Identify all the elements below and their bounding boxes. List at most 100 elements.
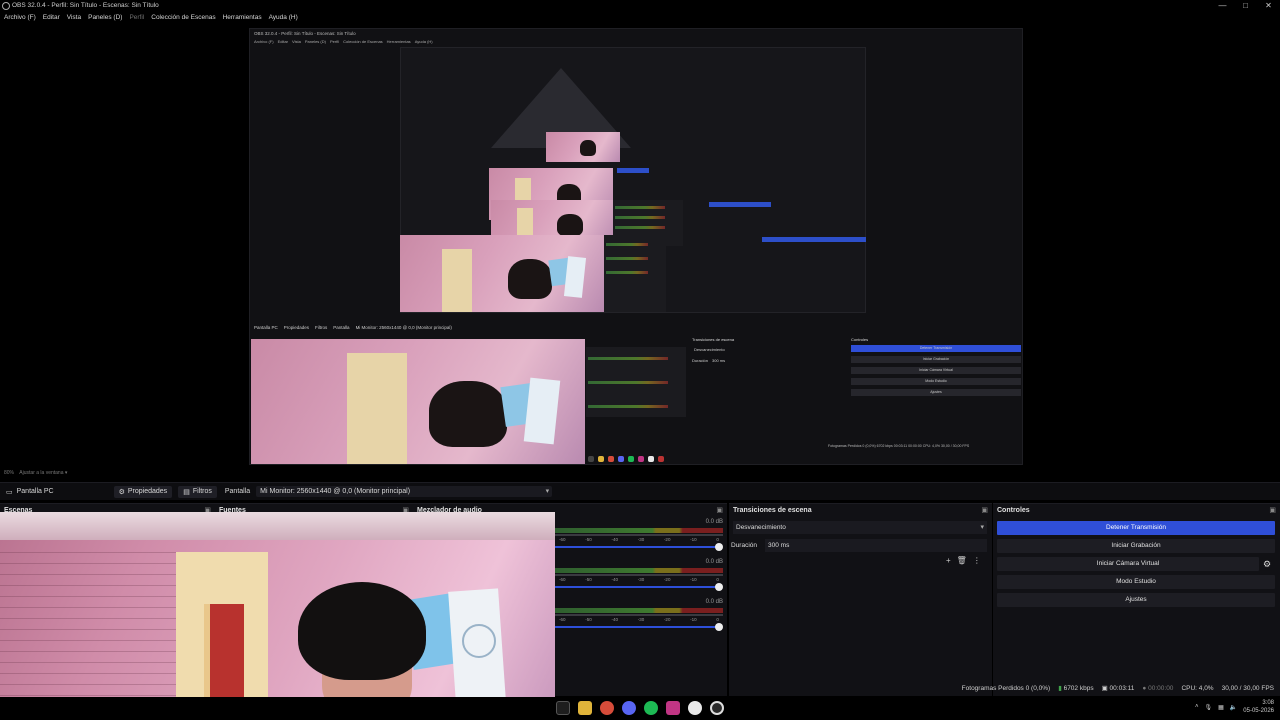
display-value: Mi Monitor: 2560x1440 @ 0,0 (Monitor pri… bbox=[260, 488, 411, 495]
nested-menu-item: Paneles (D) bbox=[304, 39, 326, 44]
menu-view[interactable]: Vista bbox=[67, 12, 81, 24]
nested-settings: Ajustes bbox=[851, 389, 1021, 396]
nested-display-label: Pantalla bbox=[333, 325, 350, 330]
start-icon[interactable] bbox=[556, 701, 570, 715]
volume-slider[interactable] bbox=[555, 626, 719, 628]
obs-icon[interactable] bbox=[710, 701, 724, 715]
zoom-value: 80% bbox=[4, 470, 15, 476]
filter-icon: ▤ bbox=[183, 488, 190, 496]
nested-mixer bbox=[604, 235, 666, 312]
network-icon[interactable]: ▦ bbox=[1218, 704, 1224, 711]
file-explorer-icon[interactable] bbox=[578, 701, 592, 715]
clock[interactable]: 3:08 05-05-2026 bbox=[1243, 699, 1274, 715]
nested-webcam-large bbox=[251, 339, 585, 464]
nested-menu-item: Archivo (F) bbox=[254, 39, 274, 44]
mic-icon[interactable]: 🎙 bbox=[1205, 704, 1213, 711]
nested-duration-label: Duración bbox=[692, 358, 709, 363]
chrome-icon[interactable] bbox=[600, 701, 614, 715]
system-tray: ˄ 🎙 ▦ 🔈 3:08 05-05-2026 bbox=[1195, 699, 1274, 715]
nested-filters: Filtros bbox=[315, 325, 328, 330]
volume-slider[interactable] bbox=[555, 586, 719, 588]
signal-icon: ▮ bbox=[1058, 685, 1062, 692]
channel-db: 0.0 dB bbox=[705, 519, 723, 525]
nested-menu: Archivo (F) Editar Vista Paneles (D) Per… bbox=[254, 39, 433, 44]
nested-start-recording: Iniciar Grabación bbox=[851, 356, 1021, 363]
spotify-icon[interactable] bbox=[644, 701, 658, 715]
taskbar-icons bbox=[556, 701, 724, 715]
controls-title: Controles bbox=[997, 507, 1030, 514]
volume-knob[interactable] bbox=[715, 583, 723, 591]
discord-icon[interactable] bbox=[622, 701, 636, 715]
virtual-cam-settings-icon[interactable]: ⚙ bbox=[1263, 559, 1271, 570]
fit-to-window[interactable]: Ajustar a la ventana bbox=[19, 470, 63, 476]
window-title: OBS 32.0.4 - Perfil: Sin Título - Escena… bbox=[12, 2, 159, 9]
dock-float-icon[interactable]: ▣ bbox=[716, 504, 723, 518]
dock-float-icon[interactable]: ▣ bbox=[1269, 504, 1276, 518]
menu-help[interactable]: Ayuda (H) bbox=[269, 12, 298, 24]
nested-duration-value: 300 ms bbox=[712, 358, 726, 363]
nested-taskbar bbox=[588, 456, 664, 462]
more-icon[interactable]: ⋮ bbox=[973, 556, 981, 565]
dock-float-icon[interactable]: ▣ bbox=[981, 504, 988, 518]
nested-webcam bbox=[400, 235, 604, 312]
instagram-icon[interactable] bbox=[666, 701, 680, 715]
source-toolbar: ▭ Pantalla PC ⚙ Propiedades ▤ Filtros Pa… bbox=[0, 482, 1280, 500]
volume-knob[interactable] bbox=[715, 623, 723, 631]
mixer-channel: 0.0 dB -60 -50 -40 -30 -20 -10 0 bbox=[555, 557, 727, 597]
clock-date: 05-05-2026 bbox=[1243, 708, 1274, 714]
volume-slider[interactable] bbox=[555, 546, 719, 548]
nested-menu-item: Colección de Escenas bbox=[343, 39, 383, 44]
duration-input[interactable]: 300 ms bbox=[765, 539, 987, 552]
nested-monitor: Mi Monitor: 2560x1440 @ 0,0 (Monitor pri… bbox=[355, 325, 452, 330]
chevron-up-icon[interactable]: ˄ bbox=[1195, 704, 1199, 710]
display-label: Pantalla bbox=[224, 488, 251, 495]
nested-controls-title: Controles bbox=[851, 337, 869, 342]
close-button[interactable]: ✕ bbox=[1257, 0, 1280, 12]
zoom-indicator[interactable]: 80% Ajustar a la ventana ▾ bbox=[4, 470, 67, 476]
trash-icon[interactable]: 🗑 bbox=[957, 556, 967, 565]
minimize-button[interactable]: — bbox=[1211, 0, 1234, 12]
menu-docks[interactable]: Paneles (D) bbox=[88, 12, 122, 24]
monitor-icon: ▭ bbox=[6, 488, 13, 496]
maximize-button[interactable]: □ bbox=[1234, 0, 1257, 12]
nested-menu-item: Editar bbox=[277, 39, 289, 44]
volume-knob[interactable] bbox=[715, 543, 723, 551]
transition-select[interactable]: Desvanecimiento bbox=[733, 521, 987, 534]
menu-scene-collection[interactable]: Colección de Escenas bbox=[151, 12, 215, 24]
volume-icon[interactable]: 🔈 bbox=[1230, 704, 1237, 711]
nested-stop-stream: Detener Transmisión bbox=[851, 345, 1021, 352]
gear-icon: ⚙ bbox=[118, 488, 125, 496]
start-virtual-cam-button[interactable]: Iniciar Cámara Virtual bbox=[997, 557, 1259, 571]
controls-header: Controles ▣ bbox=[993, 504, 1280, 518]
filters-button[interactable]: ▤ Filtros bbox=[178, 485, 217, 498]
mixer-channel: 0.0 dB -60 -50 -40 -30 -20 -10 0 bbox=[555, 517, 727, 557]
nested-virtual-cam: Iniciar Cámara Virtual bbox=[851, 367, 1021, 374]
menu-file[interactable]: Archivo (F) bbox=[4, 12, 36, 24]
start-recording-button[interactable]: Iniciar Grabación bbox=[997, 539, 1275, 553]
properties-button[interactable]: ⚙ Propiedades bbox=[113, 485, 173, 498]
meter-ticks: -60 -50 -40 -30 -20 -10 0 bbox=[559, 577, 719, 582]
nested-studio-mode: Modo Estudio bbox=[851, 378, 1021, 385]
menu-profile[interactable]: Perfil bbox=[129, 12, 144, 24]
display-select[interactable]: Mi Monitor: 2560x1440 @ 0,0 (Monitor pri… bbox=[256, 486, 553, 497]
status-bar: Fotogramas Perdidos 0 (0,0%) ▮ 6702 kbps… bbox=[962, 683, 1274, 695]
dropped-frames: Fotogramas Perdidos 0 (0,0%) bbox=[961, 685, 1051, 692]
studio-mode-button[interactable]: Modo Estudio bbox=[997, 575, 1275, 589]
mixer-channel: 0.0 dB -60 -50 -40 -30 -20 -10 0 bbox=[555, 597, 727, 637]
settings-button[interactable]: Ajustes bbox=[997, 593, 1275, 607]
clock-time: 3:08 bbox=[1262, 700, 1274, 706]
menu-tools[interactable]: Herramientas bbox=[223, 12, 262, 24]
nested-menu-item: Perfil bbox=[329, 39, 340, 44]
plus-icon[interactable]: + bbox=[946, 556, 951, 565]
nested-status-bar: Fotogramas Perdidos 0 (0,0%) 6702 kbps 0… bbox=[828, 444, 970, 448]
webcam-window bbox=[0, 512, 555, 720]
nested-properties: Propiedades bbox=[283, 325, 310, 330]
app-white-icon[interactable] bbox=[688, 701, 702, 715]
stream-icon: ▣ bbox=[1101, 685, 1108, 692]
stop-stream-button[interactable]: Detener Transmisión bbox=[997, 521, 1275, 535]
title-bar: OBS 32.0.4 - Perfil: Sin Título - Escena… bbox=[0, 0, 1280, 12]
transition-tools: + 🗑 ⋮ bbox=[946, 556, 981, 565]
nested-title: OBS 32.0.4 - Perfil: Sin Título - Escena… bbox=[254, 31, 356, 36]
channel-db: 0.0 dB bbox=[705, 559, 723, 565]
menu-edit[interactable]: Editar bbox=[43, 12, 60, 24]
